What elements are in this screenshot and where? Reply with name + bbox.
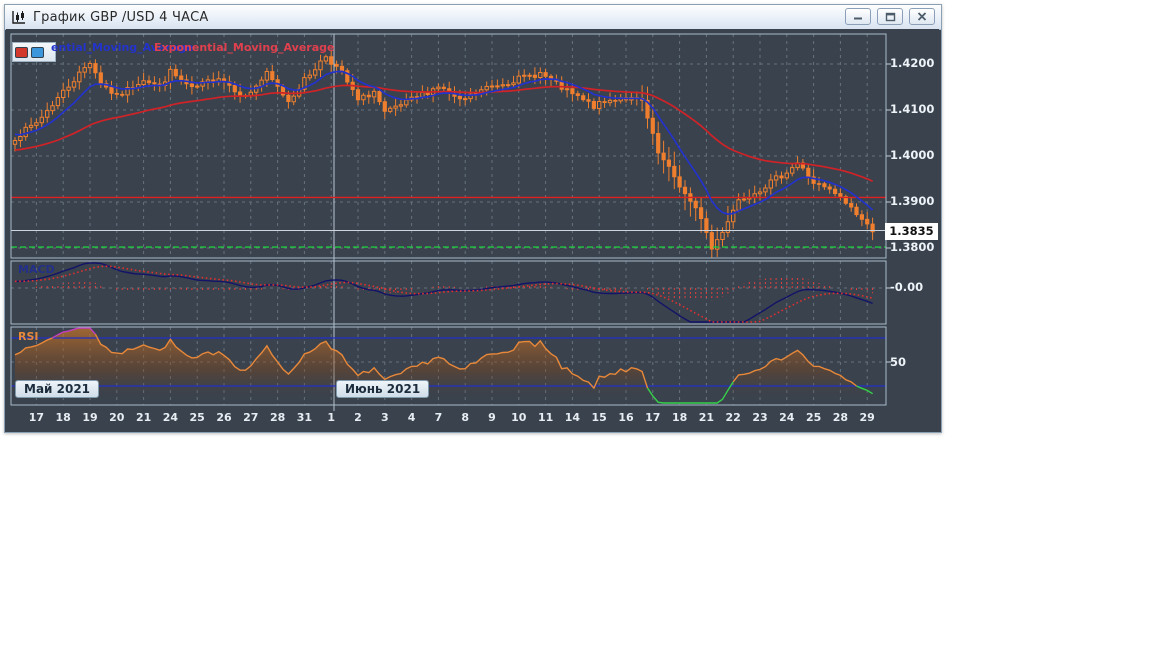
date-tick-label: 11	[538, 411, 553, 424]
date-tick-label: 24	[163, 411, 178, 424]
restore-icon	[885, 12, 896, 22]
date-tick-label: 7	[435, 411, 443, 424]
window-controls	[845, 8, 935, 25]
date-tick-label: 2	[354, 411, 362, 424]
rsi-series	[11, 328, 886, 405]
month-label-june: Июнь 2021	[336, 380, 429, 398]
date-tick-label: 19	[82, 411, 97, 424]
date-tick-label: 3	[381, 411, 389, 424]
date-tick-label: 25	[806, 411, 821, 424]
blue-square-button[interactable]	[31, 47, 44, 58]
macd-zero-label: -0.00	[890, 280, 938, 294]
minimize-button[interactable]	[845, 8, 871, 25]
date-tick-label: 28	[833, 411, 848, 424]
close-icon	[917, 12, 927, 21]
date-tick-label: 14	[565, 411, 580, 424]
date-tick-label: 21	[136, 411, 151, 424]
date-tick-label: 15	[592, 411, 607, 424]
chart-client-area: ential_Moving_Average Exponential_Moving…	[6, 29, 939, 431]
close-button[interactable]	[909, 8, 935, 25]
price-tick-label: 1.4000	[890, 148, 938, 162]
date-tick-label: 4	[408, 411, 416, 424]
date-tick-label: 17	[645, 411, 660, 424]
date-tick-label: 17	[29, 411, 44, 424]
window-title: График GBP /USD 4 ЧАСА	[33, 10, 209, 25]
price-tick-label: 1.3900	[890, 194, 938, 208]
date-tick-label: 25	[190, 411, 205, 424]
date-tick-label: 21	[699, 411, 714, 424]
date-tick-label: 26	[216, 411, 231, 424]
chart-canvas[interactable]	[6, 29, 939, 431]
date-tick-label: 24	[779, 411, 794, 424]
macd-series	[15, 263, 873, 322]
chart-window: График GBP /USD 4 ЧАСА ential_Moving_Ave…	[4, 4, 942, 433]
red-square-button[interactable]	[15, 47, 28, 58]
current-price-tag: 1.3835	[885, 223, 938, 240]
window-titlebar[interactable]: График GBP /USD 4 ЧАСА	[5, 5, 941, 30]
date-tick-label: 28	[270, 411, 285, 424]
price-tick-label: 1.4200	[890, 56, 938, 70]
date-tick-label: 22	[726, 411, 741, 424]
price-tick-label: 1.3800	[890, 240, 938, 254]
rsi-mid-label: 50	[890, 355, 938, 369]
month-label-may: Май 2021	[15, 380, 99, 398]
indicator-mini-toolbar	[12, 42, 56, 62]
legend-ema-slow: Exponential_Moving_Average	[154, 41, 334, 54]
date-tick-label: 9	[488, 411, 496, 424]
date-tick-label: 29	[860, 411, 875, 424]
minimize-icon	[853, 12, 863, 21]
date-tick-label: 23	[752, 411, 767, 424]
rsi-panel-label: RSI	[18, 330, 39, 343]
date-tick-label: 1	[327, 411, 335, 424]
macd-panel-label: MACD	[18, 263, 55, 276]
date-tick-label: 27	[243, 411, 258, 424]
date-tick-label: 20	[109, 411, 124, 424]
date-tick-label: 18	[56, 411, 71, 424]
date-tick-label: 16	[618, 411, 633, 424]
candlestick-chart-icon	[11, 10, 27, 25]
price-tick-label: 1.4100	[890, 102, 938, 116]
date-tick-label: 10	[511, 411, 526, 424]
date-tick-label: 18	[672, 411, 687, 424]
date-tick-label: 31	[297, 411, 312, 424]
restore-button[interactable]	[877, 8, 903, 25]
date-tick-label: 8	[461, 411, 469, 424]
